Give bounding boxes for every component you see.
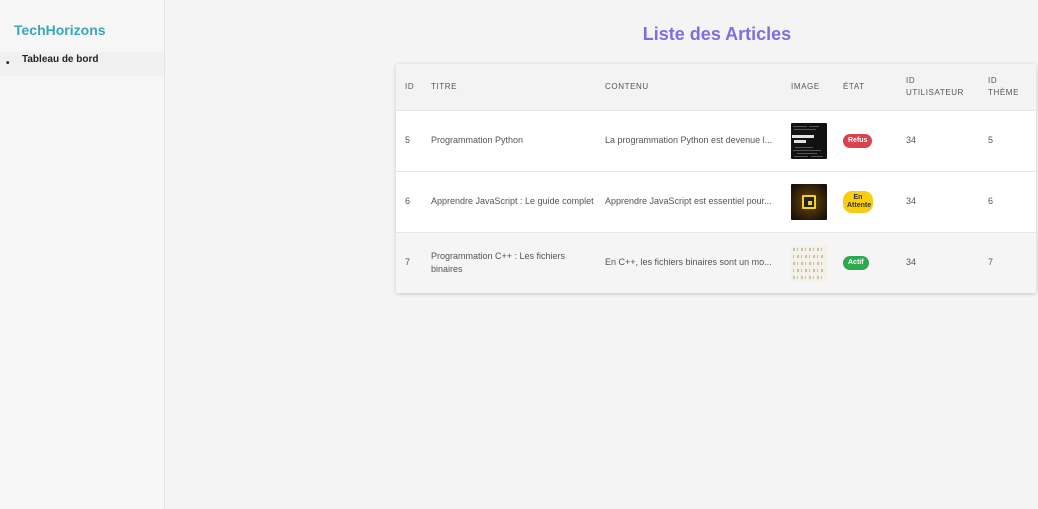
cell-etat: Actif	[834, 232, 897, 293]
header-contenu[interactable]: CONTENU	[596, 64, 782, 110]
brand-logo-text[interactable]: TechHorizons	[14, 22, 106, 38]
header-id[interactable]: ID	[396, 64, 422, 110]
header-image[interactable]: IMAGE	[782, 64, 834, 110]
status-badge: Refus	[843, 134, 873, 148]
cell-contenu: La programmation Python est devenue l...	[605, 135, 773, 145]
header-id-utilisateur[interactable]: ID UTILISATEUR	[897, 64, 979, 110]
cell-id-theme: 5	[988, 135, 994, 145]
cell-id: 6	[405, 196, 411, 206]
cell-etat: En Attente	[834, 171, 897, 232]
cell-titre: Programmation C++ : Les fichiers binaire…	[431, 250, 566, 274]
cell-image	[782, 171, 834, 232]
table-row[interactable]: 7 Programmation C++ : Les fichiers binai…	[396, 232, 1036, 293]
cell-titre: Apprendre JavaScript : Le guide complet	[431, 196, 594, 206]
articles-table: ID TITRE CONTENU IMAGE ÉTAT ID UTILISATE…	[396, 64, 1036, 293]
cell-id-utilisateur: 34	[906, 135, 917, 145]
app-root: TechHorizons • Tableau de bord Liste des…	[0, 0, 1038, 509]
sidebar-nav: • Tableau de bord	[0, 52, 164, 76]
page-title: Liste des Articles	[642, 24, 792, 44]
sidebar: TechHorizons • Tableau de bord	[0, 0, 165, 509]
cell-id: 5	[405, 135, 411, 145]
header-id-utilisateur-line1: ID	[906, 75, 916, 85]
table-row[interactable]: 6 Apprendre JavaScript : Le guide comple…	[396, 171, 1036, 232]
cell-id-utilisateur: 34	[906, 196, 917, 206]
table-row[interactable]: 5 Programmation Python La programmation …	[396, 110, 1036, 171]
header-id-theme-line1: ID	[988, 75, 998, 85]
javascript-thumbnail-icon[interactable]	[791, 183, 827, 220]
cell-contenu: Apprendre JavaScript est essentiel pour.…	[605, 196, 772, 206]
header-id-utilisateur-line2: UTILISATEUR	[906, 87, 965, 97]
cell-contenu: En C++, les fichiers binaires sont un mo…	[605, 257, 772, 268]
header-titre[interactable]: TITRE	[422, 64, 596, 110]
table-header-row: ID TITRE CONTENU IMAGE ÉTAT ID UTILISATE…	[396, 64, 1036, 110]
header-etat[interactable]: ÉTAT	[834, 64, 897, 110]
python-thumbnail-icon[interactable]	[791, 122, 827, 159]
cell-etat: Refus	[834, 110, 897, 171]
cell-titre: Programmation Python	[431, 135, 524, 145]
cell-id-theme: 6	[988, 196, 994, 206]
bullet-icon: •	[6, 58, 10, 69]
status-badge: En Attente	[843, 190, 873, 213]
cell-id-theme: 7	[988, 257, 994, 268]
cell-image	[782, 232, 834, 293]
sidebar-item-label: Tableau de bord	[22, 54, 99, 65]
cell-image	[782, 110, 834, 171]
articles-table-card: ID TITRE CONTENU IMAGE ÉTAT ID UTILISATE…	[396, 64, 1036, 293]
header-id-theme[interactable]: ID THÈME	[979, 64, 1036, 110]
cell-id-utilisateur: 34	[906, 257, 917, 268]
cell-id: 7	[405, 257, 411, 268]
header-id-theme-line2: THÈME	[988, 87, 1019, 97]
status-badge: Actif	[843, 256, 869, 271]
sidebar-item-tableau-de-bord[interactable]: • Tableau de bord	[0, 52, 164, 76]
binary-thumbnail-icon[interactable]	[791, 244, 827, 281]
